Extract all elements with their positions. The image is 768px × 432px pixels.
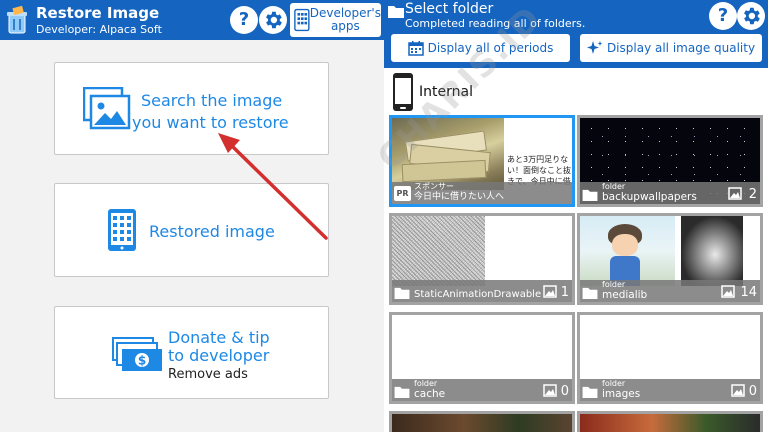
- ad-text-line1: あと3万円足りな: [507, 155, 569, 164]
- folder-kind: folder: [414, 379, 438, 388]
- folder-name: medialib: [602, 289, 648, 301]
- folder-icon: [394, 287, 410, 299]
- image-count-icon: [543, 285, 557, 298]
- image-count: 0: [748, 384, 757, 399]
- ad-text-line2: い！面倒なこと抜: [507, 166, 571, 175]
- pr-badge: PR: [394, 186, 411, 201]
- screen-title: Select folder: [405, 1, 494, 17]
- display-all-periods-button[interactable]: Display all of periods: [391, 34, 570, 62]
- select-folder-screen: Select folder Completed reading all of f…: [384, 0, 768, 432]
- storage-label: Internal: [419, 84, 473, 100]
- folder-name: backupwallpapers: [602, 191, 697, 203]
- folder-tile-images[interactable]: folder images 0: [577, 312, 763, 404]
- folder-kind: folder: [602, 182, 626, 191]
- folder-tile-partial-2[interactable]: [577, 411, 763, 432]
- image-count-icon: [721, 285, 735, 298]
- ad-caption: 今日中に借りたい人へ: [414, 192, 505, 202]
- gear-icon: [744, 7, 760, 25]
- static-noise-thumbnail: [392, 216, 485, 286]
- restore-image-home-screen: Restore Image Developer: Alpaca Soft ? D…: [0, 0, 384, 432]
- ad-tile[interactable]: あと3万円足りな い！面倒なこと抜 きで、今日中に借 PR スポンサー 今日中に…: [389, 115, 575, 207]
- folder-tile-staticanimationdrawable[interactable]: StaticAnimationDrawable 1: [389, 213, 575, 305]
- folder-tile-medialib[interactable]: folder medialib 14: [577, 213, 763, 305]
- folder-icon: [582, 189, 598, 201]
- folder-icon: [582, 386, 598, 398]
- kitten-thumbnail: [681, 216, 743, 286]
- folder-tile-backupwallpapers[interactable]: folder backupwallpapers 2: [577, 115, 763, 207]
- folder-icon: [582, 287, 598, 299]
- folder-kind: folder: [602, 280, 626, 289]
- folder-kind: folder: [602, 379, 626, 388]
- settings-button[interactable]: [737, 2, 765, 30]
- app-bar: Select folder Completed reading all of f…: [384, 0, 768, 68]
- ad-sponsor-label: スポンサー: [414, 182, 454, 191]
- cartoon-thumbnail: [580, 216, 675, 286]
- folder-name: StaticAnimationDrawable: [414, 289, 542, 300]
- folder-name: cache: [414, 388, 446, 400]
- display-all-image-quality-label: Display all image quality: [606, 41, 756, 55]
- ad-banknotes-image: [392, 118, 504, 190]
- image-count: 0: [560, 384, 569, 399]
- folder-name: images: [602, 388, 641, 400]
- image-count-icon: [728, 187, 742, 200]
- help-button[interactable]: ?: [709, 2, 737, 30]
- folder-icon: [394, 386, 410, 398]
- screen-subtitle: Completed reading all of folders.: [405, 17, 586, 30]
- display-all-periods-label: Display all of periods: [427, 41, 554, 55]
- folder-tile-cache[interactable]: folder cache 0: [389, 312, 575, 404]
- folder-icon: [388, 3, 404, 22]
- image-count: 14: [740, 285, 757, 300]
- annotation-arrow: [218, 133, 328, 240]
- folder-tile-partial-1[interactable]: [389, 411, 575, 432]
- sparkle-icon: [586, 41, 603, 54]
- image-count-icon: [543, 384, 557, 397]
- help-label: ?: [717, 5, 729, 26]
- phone-icon: [392, 72, 414, 116]
- image-count: 1: [560, 285, 569, 300]
- image-count: 2: [748, 187, 757, 202]
- calendar-icon: [407, 41, 424, 56]
- display-all-image-quality-button[interactable]: Display all image quality: [580, 34, 762, 62]
- image-count-icon: [731, 384, 745, 397]
